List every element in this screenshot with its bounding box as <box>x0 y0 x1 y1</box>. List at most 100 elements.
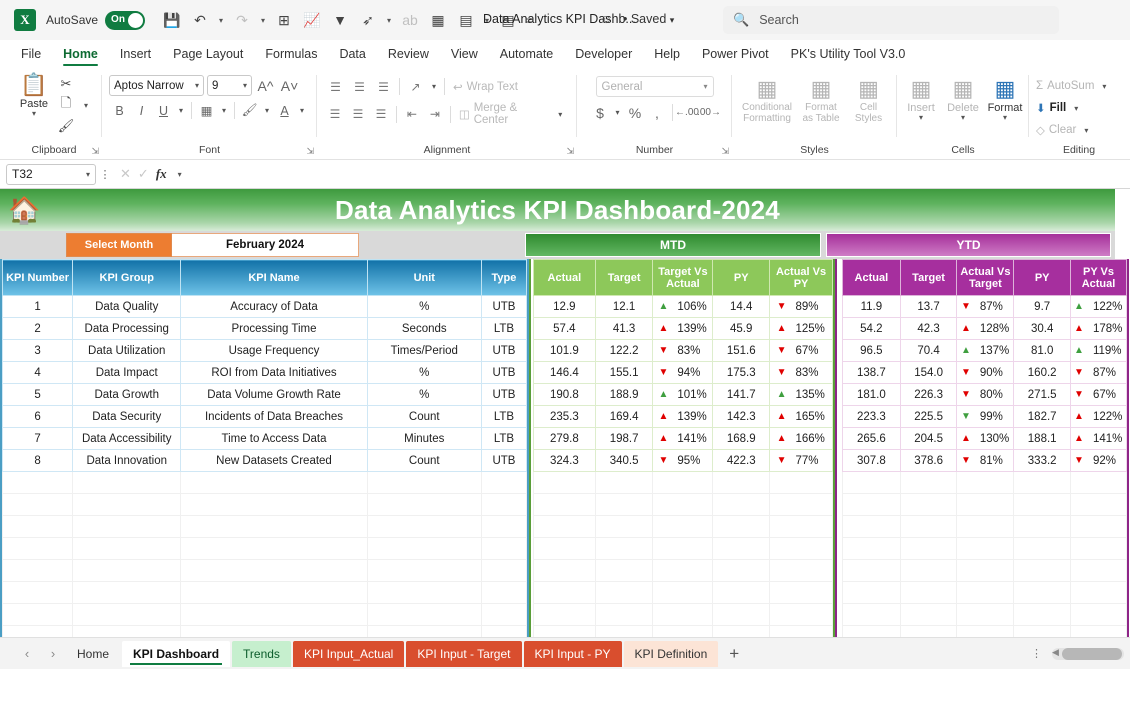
table-row[interactable]: 57.441.3▲139%45.9▲125% <box>534 318 833 340</box>
table-row[interactable]: 235.3169.4▲139%142.3▲165% <box>534 406 833 428</box>
ribbon-tab-automate[interactable]: Automate <box>489 40 565 67</box>
variance-cell[interactable]: ▼67% <box>770 340 833 362</box>
table-row[interactable]: 96.570.4▲137%81.0▲119% <box>843 340 1127 362</box>
empty-cell[interactable] <box>181 560 367 582</box>
redo-chevron-down-icon[interactable]: ▾ <box>257 16 269 25</box>
table-row[interactable]: 54.242.3▲128%30.4▲178% <box>843 318 1127 340</box>
increase-font-size-icon[interactable]: A^ <box>255 75 276 96</box>
empty-cell[interactable] <box>900 560 957 582</box>
empty-cell[interactable] <box>534 494 596 516</box>
variance-cell[interactable]: ▼99% <box>957 406 1014 428</box>
empty-cell[interactable] <box>3 604 73 626</box>
table-row[interactable]: 181.0226.3▼80%271.5▼67% <box>843 384 1127 406</box>
ytd-actual-cell[interactable]: 11.9 <box>843 296 901 318</box>
ytd-actual-cell[interactable]: 96.5 <box>843 340 901 362</box>
empty-cell[interactable] <box>181 604 367 626</box>
insert-function-icon[interactable]: fx <box>156 166 167 182</box>
kpi-type-cell[interactable]: UTB <box>481 384 526 406</box>
empty-cell[interactable] <box>713 582 770 604</box>
font-size-combo[interactable]: 9 ▾ <box>207 75 252 96</box>
variance-cell[interactable]: ▲141% <box>653 428 713 450</box>
clear-chevron-down-icon[interactable]: ▾ <box>1080 126 1092 135</box>
calculator-icon[interactable]: ▤ <box>453 7 479 33</box>
borders-icon[interactable]: ▦ <box>196 100 217 121</box>
wrap-text-button[interactable]: ↩ Wrap Text <box>449 78 522 96</box>
empty-cell[interactable] <box>481 516 526 538</box>
empty-cell[interactable] <box>73 582 181 604</box>
chevron-right-icon[interactable]: › <box>40 641 66 667</box>
autosum-chevron-down-icon[interactable]: ▾ <box>1098 82 1110 91</box>
empty-cell[interactable] <box>653 494 713 516</box>
empty-cell[interactable] <box>534 472 596 494</box>
number-format-combo[interactable]: General ▾ <box>596 76 714 97</box>
mtd-py-cell[interactable]: 151.6 <box>713 340 770 362</box>
empty-cell[interactable] <box>1014 604 1071 626</box>
formula-input[interactable] <box>192 164 1124 185</box>
kpi-number-cell[interactable]: 2 <box>3 318 73 340</box>
variance-cell[interactable]: ▲125% <box>770 318 833 340</box>
empty-cell[interactable] <box>1014 494 1071 516</box>
mtd-py-cell[interactable]: 168.9 <box>713 428 770 450</box>
table-row[interactable]: 138.7154.0▼90%160.2▼87% <box>843 362 1127 384</box>
table-row[interactable]: 223.3225.5▼99%182.7▲122% <box>843 406 1127 428</box>
empty-cell[interactable] <box>73 494 181 516</box>
document-title[interactable]: Data Analytics KPI Dashb... <box>483 12 636 26</box>
empty-row[interactable] <box>843 494 1127 516</box>
ribbon-tab-page-layout[interactable]: Page Layout <box>162 40 254 67</box>
empty-cell[interactable] <box>770 560 833 582</box>
col-mtd-target[interactable]: Target <box>595 260 653 296</box>
align-bottom-icon[interactable]: ☰ <box>372 76 395 97</box>
percent-format-button[interactable]: % <box>625 102 646 123</box>
delete-chevron-down-icon[interactable]: ▾ <box>961 114 965 122</box>
autosave-toggle[interactable]: On <box>105 11 145 30</box>
mtd-py-cell[interactable]: 14.4 <box>713 296 770 318</box>
chart-icon[interactable]: 📈 <box>299 7 325 33</box>
name-box-chevron-down-icon[interactable]: ▾ <box>86 170 90 179</box>
empty-cell[interactable] <box>1071 604 1127 626</box>
empty-cell[interactable] <box>481 582 526 604</box>
select-month-value[interactable]: February 2024 <box>172 233 359 257</box>
ytd-target-cell[interactable]: 42.3 <box>900 318 957 340</box>
empty-row[interactable] <box>843 560 1127 582</box>
ytd-actual-cell[interactable]: 307.8 <box>843 450 901 472</box>
search-box[interactable]: 🔍 Search <box>723 6 1059 34</box>
variance-cell[interactable]: ▲178% <box>1071 318 1127 340</box>
align-top-icon[interactable]: ☰ <box>324 76 347 97</box>
empty-cell[interactable] <box>1071 516 1127 538</box>
share-icon[interactable]: ➶ <box>355 7 381 33</box>
empty-row[interactable] <box>534 516 833 538</box>
insert-chevron-down-icon[interactable]: ▾ <box>919 114 923 122</box>
paste-button[interactable]: 📋 Paste ▾ <box>13 71 55 120</box>
empty-cell[interactable] <box>653 604 713 626</box>
align-center-icon[interactable]: ☰ <box>347 104 369 125</box>
empty-row[interactable] <box>534 560 833 582</box>
ribbon-tab-review[interactable]: Review <box>377 40 440 67</box>
empty-cell[interactable] <box>770 582 833 604</box>
font-color-chevron-down-icon[interactable]: ▾ <box>296 106 308 115</box>
ytd-py-cell[interactable]: 30.4 <box>1014 318 1071 340</box>
ytd-actual-cell[interactable]: 223.3 <box>843 406 901 428</box>
ytd-target-cell[interactable]: 13.7 <box>900 296 957 318</box>
sheet-tab-trends[interactable]: Trends <box>232 641 291 667</box>
kpi-number-cell[interactable]: 4 <box>3 362 73 384</box>
col-ytd-target[interactable]: Target <box>900 260 957 296</box>
empty-cell[interactable] <box>713 516 770 538</box>
fill-color-chevron-down-icon[interactable]: ▾ <box>261 106 273 115</box>
table-row[interactable]: 11.913.7▼87%9.7▲122% <box>843 296 1127 318</box>
empty-cell[interactable] <box>481 604 526 626</box>
empty-cell[interactable] <box>713 604 770 626</box>
kpi-group-cell[interactable]: Data Utilization <box>73 340 181 362</box>
kpi-group-cell[interactable]: Data Security <box>73 406 181 428</box>
kpi-unit-cell[interactable]: Count <box>367 450 481 472</box>
empty-cell[interactable] <box>957 494 1014 516</box>
table-row[interactable]: 6Data SecurityIncidents of Data Breaches… <box>3 406 527 428</box>
empty-cell[interactable] <box>1071 494 1127 516</box>
autosum-button[interactable]: Σ AutoSum ▾ <box>1036 75 1110 97</box>
align-right-icon[interactable]: ☰ <box>370 104 392 125</box>
table-row[interactable]: 8Data InnovationNew Datasets CreatedCoun… <box>3 450 527 472</box>
col-mtd-actual-vs-py[interactable]: Actual Vs PY <box>770 260 833 296</box>
variance-cell[interactable]: ▼89% <box>770 296 833 318</box>
cell-styles-button[interactable]: ▦ Cell Styles <box>847 75 890 126</box>
font-dialog-launcher[interactable]: ⇲ <box>306 146 314 157</box>
col-mtd-py[interactable]: PY <box>713 260 770 296</box>
